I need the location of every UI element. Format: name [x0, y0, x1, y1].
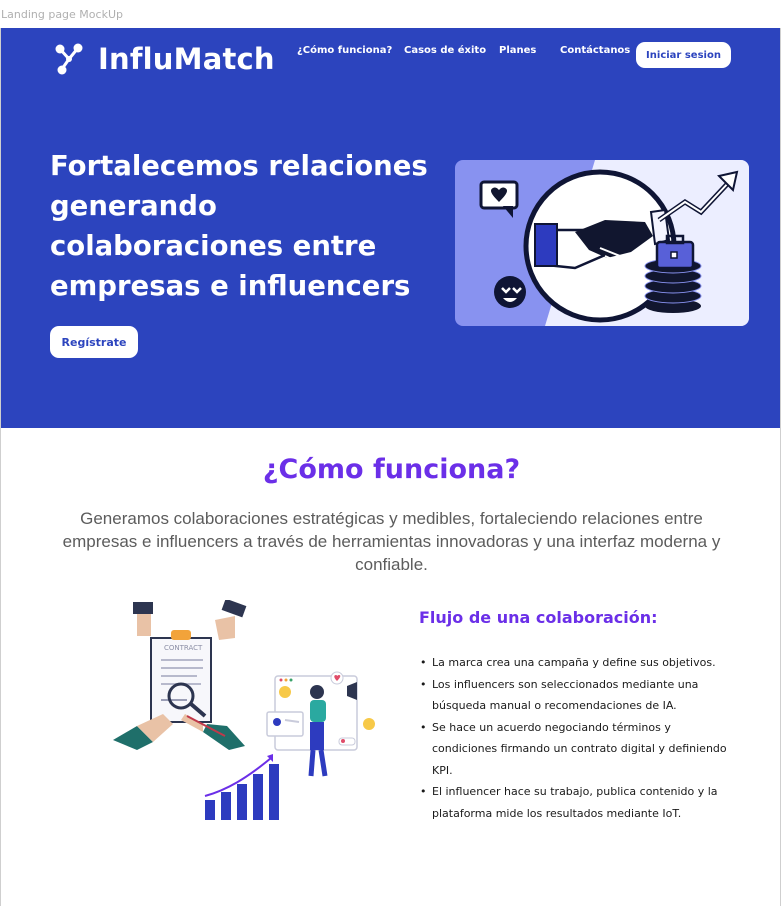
how-it-works-title: ¿Cómo funciona? — [262, 454, 521, 485]
list-item: Se hace un acuerdo negociando términos y… — [419, 717, 739, 782]
contract-label: CONTRACT — [164, 644, 203, 652]
brand-logo[interactable]: InfluMatch — [54, 42, 275, 76]
nav-como-funciona[interactable]: ¿Cómo funciona? — [297, 45, 392, 56]
hero-section: InfluMatch ¿Cómo funciona? Casos de éxit… — [1, 28, 780, 428]
frame-label: Landing page MockUp — [1, 8, 123, 21]
flow-steps-list: La marca crea una campaña y define sus o… — [419, 652, 739, 824]
how-it-works-description: Generamos colaboraciones estratégicas y … — [62, 509, 721, 574]
handshake-illustration — [455, 160, 749, 326]
list-item: La marca crea una campaña y define sus o… — [419, 652, 739, 674]
register-button[interactable]: Regístrate — [50, 326, 138, 358]
list-item: El influencer hace su trabajo, publica c… — [419, 781, 739, 824]
brand-name: InfluMatch — [98, 42, 275, 76]
login-button[interactable]: Iniciar sesion — [636, 42, 731, 68]
landing-page: InfluMatch ¿Cómo funciona? Casos de éxit… — [0, 28, 781, 906]
nav-casos-exito[interactable]: Casos de éxito — [404, 45, 486, 56]
network-icon — [55, 43, 83, 75]
nav-contactanos[interactable]: Contáctanos — [560, 45, 630, 56]
collaboration-illustration: CONTRACT — [107, 598, 387, 826]
hero-title: Fortalecemos relaciones generando colabo… — [50, 150, 428, 302]
growth-chart-icon — [204, 754, 279, 820]
nav-planes[interactable]: Planes — [499, 45, 536, 56]
flow-title: Flujo de una colaboración: — [419, 608, 658, 627]
list-item: Los influencers son seleccionados median… — [419, 674, 739, 717]
